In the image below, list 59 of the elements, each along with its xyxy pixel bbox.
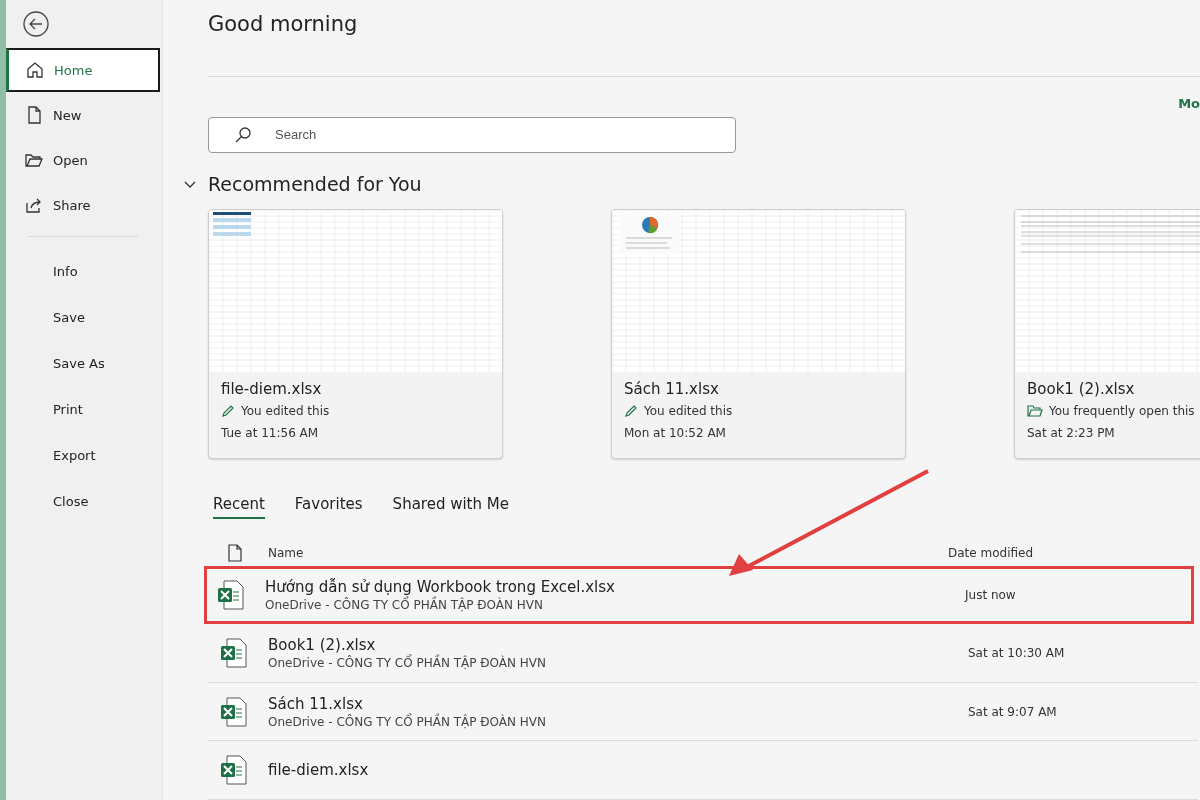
excel-file-icon — [217, 579, 245, 610]
search-field[interactable]: Search — [208, 116, 736, 153]
document-icon — [25, 106, 43, 124]
file-name: Hướng dẫn sử dụng Workbook trong Excel.xlsx — [265, 577, 616, 596]
pencil-icon — [221, 403, 235, 418]
nav-item[interactable]: Export — [6, 433, 160, 478]
folder-icon — [25, 151, 43, 169]
nav-item[interactable]: New — [6, 93, 160, 137]
file-name: Sách 11.xlsx — [268, 694, 364, 713]
excel-file-icon — [220, 696, 248, 727]
activity-text: You edited this — [241, 403, 330, 418]
activity-text: You edited this — [644, 403, 733, 418]
file-row[interactable]: Sách 11.xlsx OneDrive - CÔNG TY CỔ PHẦN TẬP ĐOÀN HVN Sat at 9:07 AM — [208, 682, 1198, 742]
file-name: file-diem.xlsx — [221, 379, 323, 398]
nav-item[interactable]: Print — [6, 387, 160, 432]
file-row[interactable]: file-diem.xlsx — [208, 741, 1198, 800]
document-icon — [228, 543, 242, 562]
back-button[interactable] — [22, 10, 50, 38]
file-location: OneDrive - CÔNG TY CỔ PHẦN TẬP ĐOÀN HVN — [268, 714, 547, 729]
file-row[interactable]: Book1 (2).xlsx OneDrive - CÔNG TY CỔ PHẦN TẬP ĐOÀN HVN Sat at 10:30 AM — [208, 624, 1198, 683]
file-time: Mon at 10:52 AM — [624, 425, 727, 440]
excel-file-icon — [220, 755, 248, 786]
file-name: Sách 11.xlsx — [624, 379, 720, 398]
nav-item[interactable]: Close — [6, 479, 160, 524]
activity-text: You frequently open this — [1049, 403, 1195, 418]
file-card[interactable]: Sách 11.xlsx You edited this Mon at 10:52 AM — [611, 208, 906, 459]
file-location: OneDrive - CÔNG TY CỔ PHẦN TẬP ĐOÀN HVN — [268, 656, 547, 670]
nav-item[interactable]: Save As — [6, 341, 160, 386]
file-card[interactable]: file-diem.xlsx You edited this Tue at 11:56 AM — [208, 208, 503, 459]
file-time: Tue at 11:56 AM — [221, 425, 320, 440]
file-location: OneDrive - CÔNG TY CỔ PHẦN TẬP ĐOÀN HVN — [265, 597, 544, 612]
tab[interactable]: Favorites — [294, 494, 363, 519]
nav-item[interactable]: Info — [6, 249, 160, 294]
column-header[interactable]: Name — [268, 545, 948, 560]
share-icon — [25, 196, 43, 214]
home-icon — [26, 61, 44, 79]
nav-item[interactable]: Home — [6, 48, 160, 92]
tab[interactable]: Shared with Me — [392, 494, 509, 519]
file-time: Sat at 2:23 PM — [1027, 425, 1116, 440]
section-title: Recommended for You — [208, 172, 422, 195]
excel-file-icon — [220, 638, 248, 668]
nav-item[interactable]: Save — [6, 295, 160, 340]
file-card[interactable]: Book1 (2).xlsx You frequently open this Sat at 2:23 PM — [1014, 208, 1200, 459]
folder-icon — [1027, 403, 1043, 418]
file-name: file-diem.xlsx — [268, 761, 370, 780]
file-row[interactable]: Hướng dẫn sử dụng Workbook trong Excel.xlsx OneDrive - CÔNG TY CỔ PHẦN TẬP ĐOÀN HVN Just now — [204, 565, 1194, 625]
date-modified: Just now — [965, 587, 1016, 602]
column-header[interactable]: Date modified — [948, 545, 1034, 560]
date-modified: Sat at 9:07 AM — [968, 704, 1057, 719]
file-name: Book1 (2).xlsx — [1027, 379, 1136, 398]
tab[interactable]: Recent — [213, 494, 265, 519]
date-modified: Sat at 10:30 AM — [968, 646, 1065, 660]
nav-item[interactable]: Open — [6, 138, 160, 182]
file-name: Book1 (2).xlsx — [268, 636, 377, 654]
nav-item[interactable]: Share — [6, 183, 160, 227]
more-link[interactable]: Mo — [1178, 96, 1200, 111]
greeting-title: Good morning — [208, 12, 359, 38]
search-icon — [234, 125, 252, 144]
pencil-icon — [624, 403, 638, 418]
